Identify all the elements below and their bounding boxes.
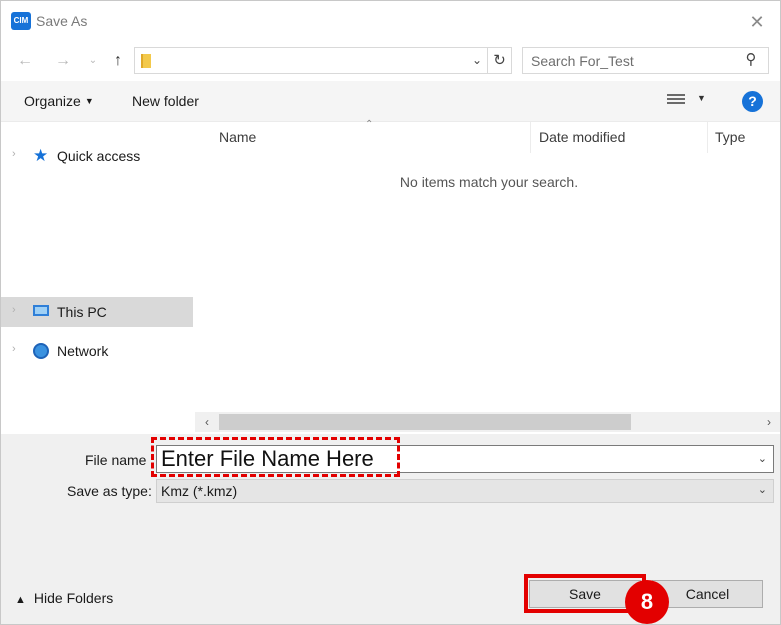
nav-item-quick-access[interactable]: › ★ Quick access: [1, 141, 193, 171]
column-header-type[interactable]: Type: [707, 122, 777, 153]
search-icon[interactable]: ⚲: [742, 51, 760, 69]
column-header-name[interactable]: Name: [211, 122, 529, 153]
expand-chevron-icon[interactable]: ›: [12, 343, 16, 355]
toolbar: Organize ▼ New folder ▼ ?: [1, 81, 780, 122]
help-icon[interactable]: ?: [742, 91, 763, 112]
save-as-type-select[interactable]: Kmz (*.kmz) ⌄: [156, 479, 774, 503]
file-name-combobox[interactable]: ⌄: [156, 445, 774, 473]
chevron-down-icon[interactable]: ⌄: [758, 483, 767, 496]
save-as-dialog: CIM Save As ✕ ← → ⌄ ↑ ⌄ ↻ ⚲ Organize▼ Ne…: [0, 0, 781, 625]
nav-item-this-pc[interactable]: › This PC: [1, 297, 193, 327]
up-arrow-icon[interactable]: ↑: [106, 49, 130, 73]
hide-folders-label: Hide Folders: [33, 590, 114, 606]
caret-down-icon: ▼: [84, 96, 94, 106]
nav-item-label: Network: [57, 343, 109, 359]
step-number-badge: 8: [625, 580, 669, 624]
star-icon: ★: [33, 146, 49, 165]
network-icon: [33, 343, 51, 359]
computer-icon: [33, 304, 51, 320]
close-icon[interactable]: ✕: [742, 7, 772, 37]
address-bar[interactable]: ⌄ ↻: [134, 47, 512, 74]
hide-folders-button[interactable]: ▲ Hide Folders: [15, 590, 113, 606]
column-header-date-modified[interactable]: Date modified: [531, 122, 707, 153]
title-bar: CIM Save As ✕: [1, 1, 780, 43]
folder-icon: [141, 54, 151, 68]
chevron-down-icon[interactable]: ⌄: [758, 452, 767, 465]
dialog-title: Save As: [36, 13, 88, 29]
back-arrow-icon[interactable]: ←: [13, 49, 37, 73]
nav-item-label: This PC: [57, 304, 107, 320]
address-dropdown-chevron-icon[interactable]: ⌄: [467, 48, 487, 73]
new-folder-button[interactable]: New folder: [132, 93, 199, 109]
expand-chevron-icon[interactable]: ›: [12, 304, 16, 316]
scroll-right-icon[interactable]: ›: [761, 413, 777, 431]
navigation-pane: › ★ Quick access › This PC › Network: [1, 122, 195, 434]
refresh-icon[interactable]: ↻: [487, 48, 511, 73]
file-name-input[interactable]: [161, 448, 741, 470]
save-as-type-label: Save as type:: [67, 483, 152, 499]
save-as-type-value: Kmz (*.kmz): [161, 483, 238, 499]
scrollbar-thumb[interactable]: [219, 414, 631, 430]
horizontal-scrollbar[interactable]: ‹ ›: [195, 412, 780, 432]
nav-item-network[interactable]: › Network: [1, 336, 193, 366]
search-input[interactable]: [531, 52, 731, 70]
view-options-caret-icon[interactable]: ▼: [697, 93, 706, 103]
file-list: ⌃ Name Date modified Type No items match…: [195, 119, 780, 434]
nav-item-label: Quick access: [57, 148, 141, 164]
file-name-label: File name: [85, 452, 147, 468]
organize-button[interactable]: Organize ▼: [24, 93, 94, 109]
app-icon: CIM: [11, 12, 31, 30]
scroll-left-icon[interactable]: ‹: [199, 413, 215, 431]
view-options-icon[interactable]: [667, 94, 685, 108]
address-row: ← → ⌄ ↑ ⌄ ↻ ⚲: [1, 43, 780, 81]
recent-locations-chevron-icon[interactable]: ⌄: [81, 49, 105, 73]
search-box[interactable]: ⚲: [522, 47, 769, 74]
expand-chevron-icon[interactable]: ›: [12, 148, 16, 160]
empty-state-message: No items match your search.: [399, 174, 579, 190]
organize-label: Organize: [24, 93, 81, 109]
chevron-up-icon: ▲: [15, 594, 26, 606]
forward-arrow-icon[interactable]: →: [51, 49, 75, 73]
